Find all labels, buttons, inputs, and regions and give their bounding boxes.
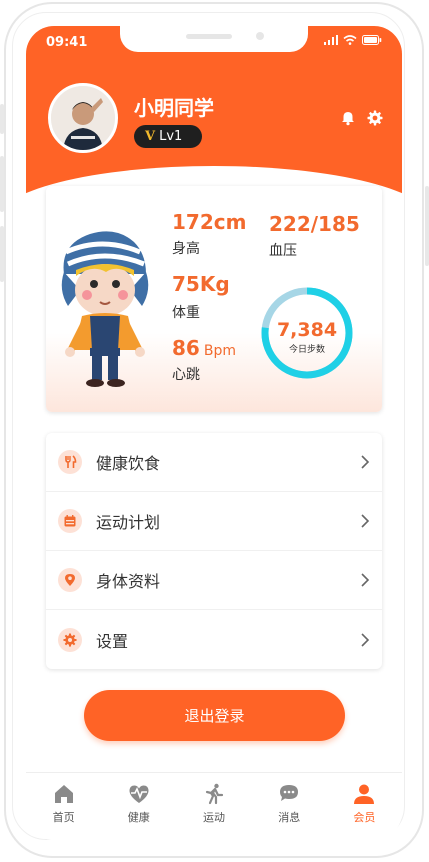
level-text: Lv1 xyxy=(159,129,183,144)
phone-notch xyxy=(120,26,308,52)
location-pin-icon xyxy=(58,568,82,592)
menu-item-label: 身体资料 xyxy=(96,572,161,591)
menu-item-label: 健康饮食 xyxy=(96,454,161,473)
menu-item-exercise-plan[interactable]: 运动计划 xyxy=(46,492,382,551)
phone-side-button xyxy=(0,104,4,134)
fork-knife-icon xyxy=(58,450,82,474)
tab-label: 健康 xyxy=(127,811,150,824)
status-time: 09:41 xyxy=(46,35,88,50)
heart-rate-label: 心跳 xyxy=(172,367,200,383)
blood-pressure-value: 222/185 xyxy=(269,212,360,236)
height-label: 身高 xyxy=(172,241,200,257)
weight-value: 75Kg xyxy=(172,272,230,296)
phone-side-button xyxy=(0,226,4,282)
heart-pulse-icon xyxy=(129,785,149,803)
logout-button[interactable]: 退出登录 xyxy=(84,690,345,741)
steps-label: 今日步数 xyxy=(288,345,325,355)
app-screen: 09:41 小明同学 V Lv1 172cm 身高 222/185 血压 75K… xyxy=(26,26,402,840)
tab-label: 消息 xyxy=(278,811,301,824)
menu-list: 健康饮食 运动计划 身体资料 设置 xyxy=(46,433,382,669)
avatar-photo xyxy=(51,86,115,150)
running-icon xyxy=(205,783,224,805)
bell-icon[interactable] xyxy=(340,110,356,126)
username: 小明同学 xyxy=(134,96,214,120)
chevron-right-icon xyxy=(361,573,370,587)
chat-icon xyxy=(280,785,299,801)
notch-camera xyxy=(256,32,264,40)
signal-icon xyxy=(324,35,338,45)
avatar[interactable] xyxy=(48,83,118,153)
tab-label: 会员 xyxy=(353,811,376,824)
vip-icon: V xyxy=(145,129,156,144)
tab-health[interactable]: 健康 xyxy=(101,773,176,840)
status-icons xyxy=(324,35,382,45)
weight-label: 体重 xyxy=(172,305,200,321)
notch-speaker xyxy=(186,34,232,39)
home-icon xyxy=(54,785,73,803)
phone-side-button xyxy=(425,186,429,266)
gear-icon xyxy=(58,627,82,652)
level-badge: V Lv1 xyxy=(134,125,202,148)
height-value: 172cm xyxy=(172,210,247,234)
tab-messages[interactable]: 消息 xyxy=(252,773,327,840)
tab-exercise[interactable]: 运动 xyxy=(176,773,251,840)
gear-icon[interactable] xyxy=(367,110,383,126)
tab-label: 首页 xyxy=(52,811,75,824)
bottom-tab-bar: 首页 健康 运动 消息 会员 xyxy=(26,772,402,840)
steps-value: 7,384 xyxy=(276,319,338,341)
menu-item-label: 运动计划 xyxy=(96,513,161,532)
menu-item-body-profile[interactable]: 身体资料 xyxy=(46,551,382,610)
chevron-right-icon xyxy=(361,632,370,647)
heart-rate-value: 86 Bpm xyxy=(172,336,236,360)
user-icon xyxy=(354,784,375,804)
chevron-right-icon xyxy=(361,455,370,469)
health-stats-card: 172cm 身高 222/185 血压 75Kg 体重 86 Bpm 心跳 7,3… xyxy=(46,186,382,412)
battery-icon xyxy=(362,35,382,45)
tab-member[interactable]: 会员 xyxy=(327,773,402,840)
menu-item-healthy-diet[interactable]: 健康饮食 xyxy=(46,433,382,492)
cartoon-character-illustration xyxy=(61,231,149,387)
phone-side-button xyxy=(0,156,4,212)
chevron-right-icon xyxy=(361,514,370,528)
calendar-icon xyxy=(58,509,82,533)
tab-home[interactable]: 首页 xyxy=(26,773,101,840)
menu-item-label: 设置 xyxy=(96,631,129,651)
heart-rate-unit: Bpm xyxy=(203,343,236,359)
tab-label: 运动 xyxy=(203,811,225,824)
menu-item-settings[interactable]: 设置 xyxy=(46,610,382,669)
blood-pressure-label: 血压 xyxy=(269,243,297,259)
wifi-icon xyxy=(343,35,357,45)
heart-rate-number: 86 xyxy=(172,336,200,360)
